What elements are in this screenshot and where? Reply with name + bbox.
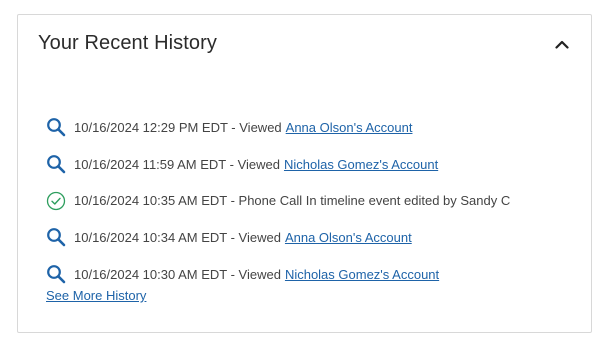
history-item: 10/16/2024 10:35 AM EDT - Phone Call In … (45, 182, 510, 219)
recent-history-panel: Your Recent History 10/16/2024 12:29 PM … (17, 14, 592, 333)
history-text: 10/16/2024 10:30 AM EDT - Viewed (74, 266, 281, 282)
history-item: 10/16/2024 10:34 AM EDT - Viewed Anna Ol… (45, 219, 510, 256)
account-link[interactable]: Anna Olson's Account (285, 230, 412, 245)
panel-title: Your Recent History (38, 32, 218, 54)
history-text: 10/16/2024 10:34 AM EDT - Viewed (74, 229, 281, 245)
search-icon (45, 227, 66, 248)
search-icon (45, 264, 66, 285)
chevron-up-icon (555, 40, 569, 49)
see-more-history-link[interactable]: See More History (46, 288, 146, 303)
check-circle-icon (45, 190, 66, 211)
history-item: 10/16/2024 12:29 PM EDT - Viewed Anna Ol… (45, 109, 510, 146)
history-item: 10/16/2024 10:30 AM EDT - Viewed Nichola… (45, 256, 510, 293)
search-icon (45, 154, 66, 175)
account-link[interactable]: Nicholas Gomez's Account (284, 157, 438, 172)
account-link[interactable]: Anna Olson's Account (286, 120, 413, 135)
search-icon (45, 117, 66, 138)
collapse-button[interactable] (553, 37, 571, 51)
account-link[interactable]: Nicholas Gomez's Account (285, 267, 439, 282)
history-text: 10/16/2024 12:29 PM EDT - Viewed (74, 119, 282, 135)
history-item: 10/16/2024 11:59 AM EDT - Viewed Nichola… (45, 146, 510, 183)
history-text: 10/16/2024 10:35 AM EDT - Phone Call In … (74, 193, 511, 209)
history-list: 10/16/2024 12:29 PM EDT - Viewed Anna Ol… (45, 109, 510, 292)
history-text: 10/16/2024 11:59 AM EDT - Viewed (74, 156, 280, 172)
